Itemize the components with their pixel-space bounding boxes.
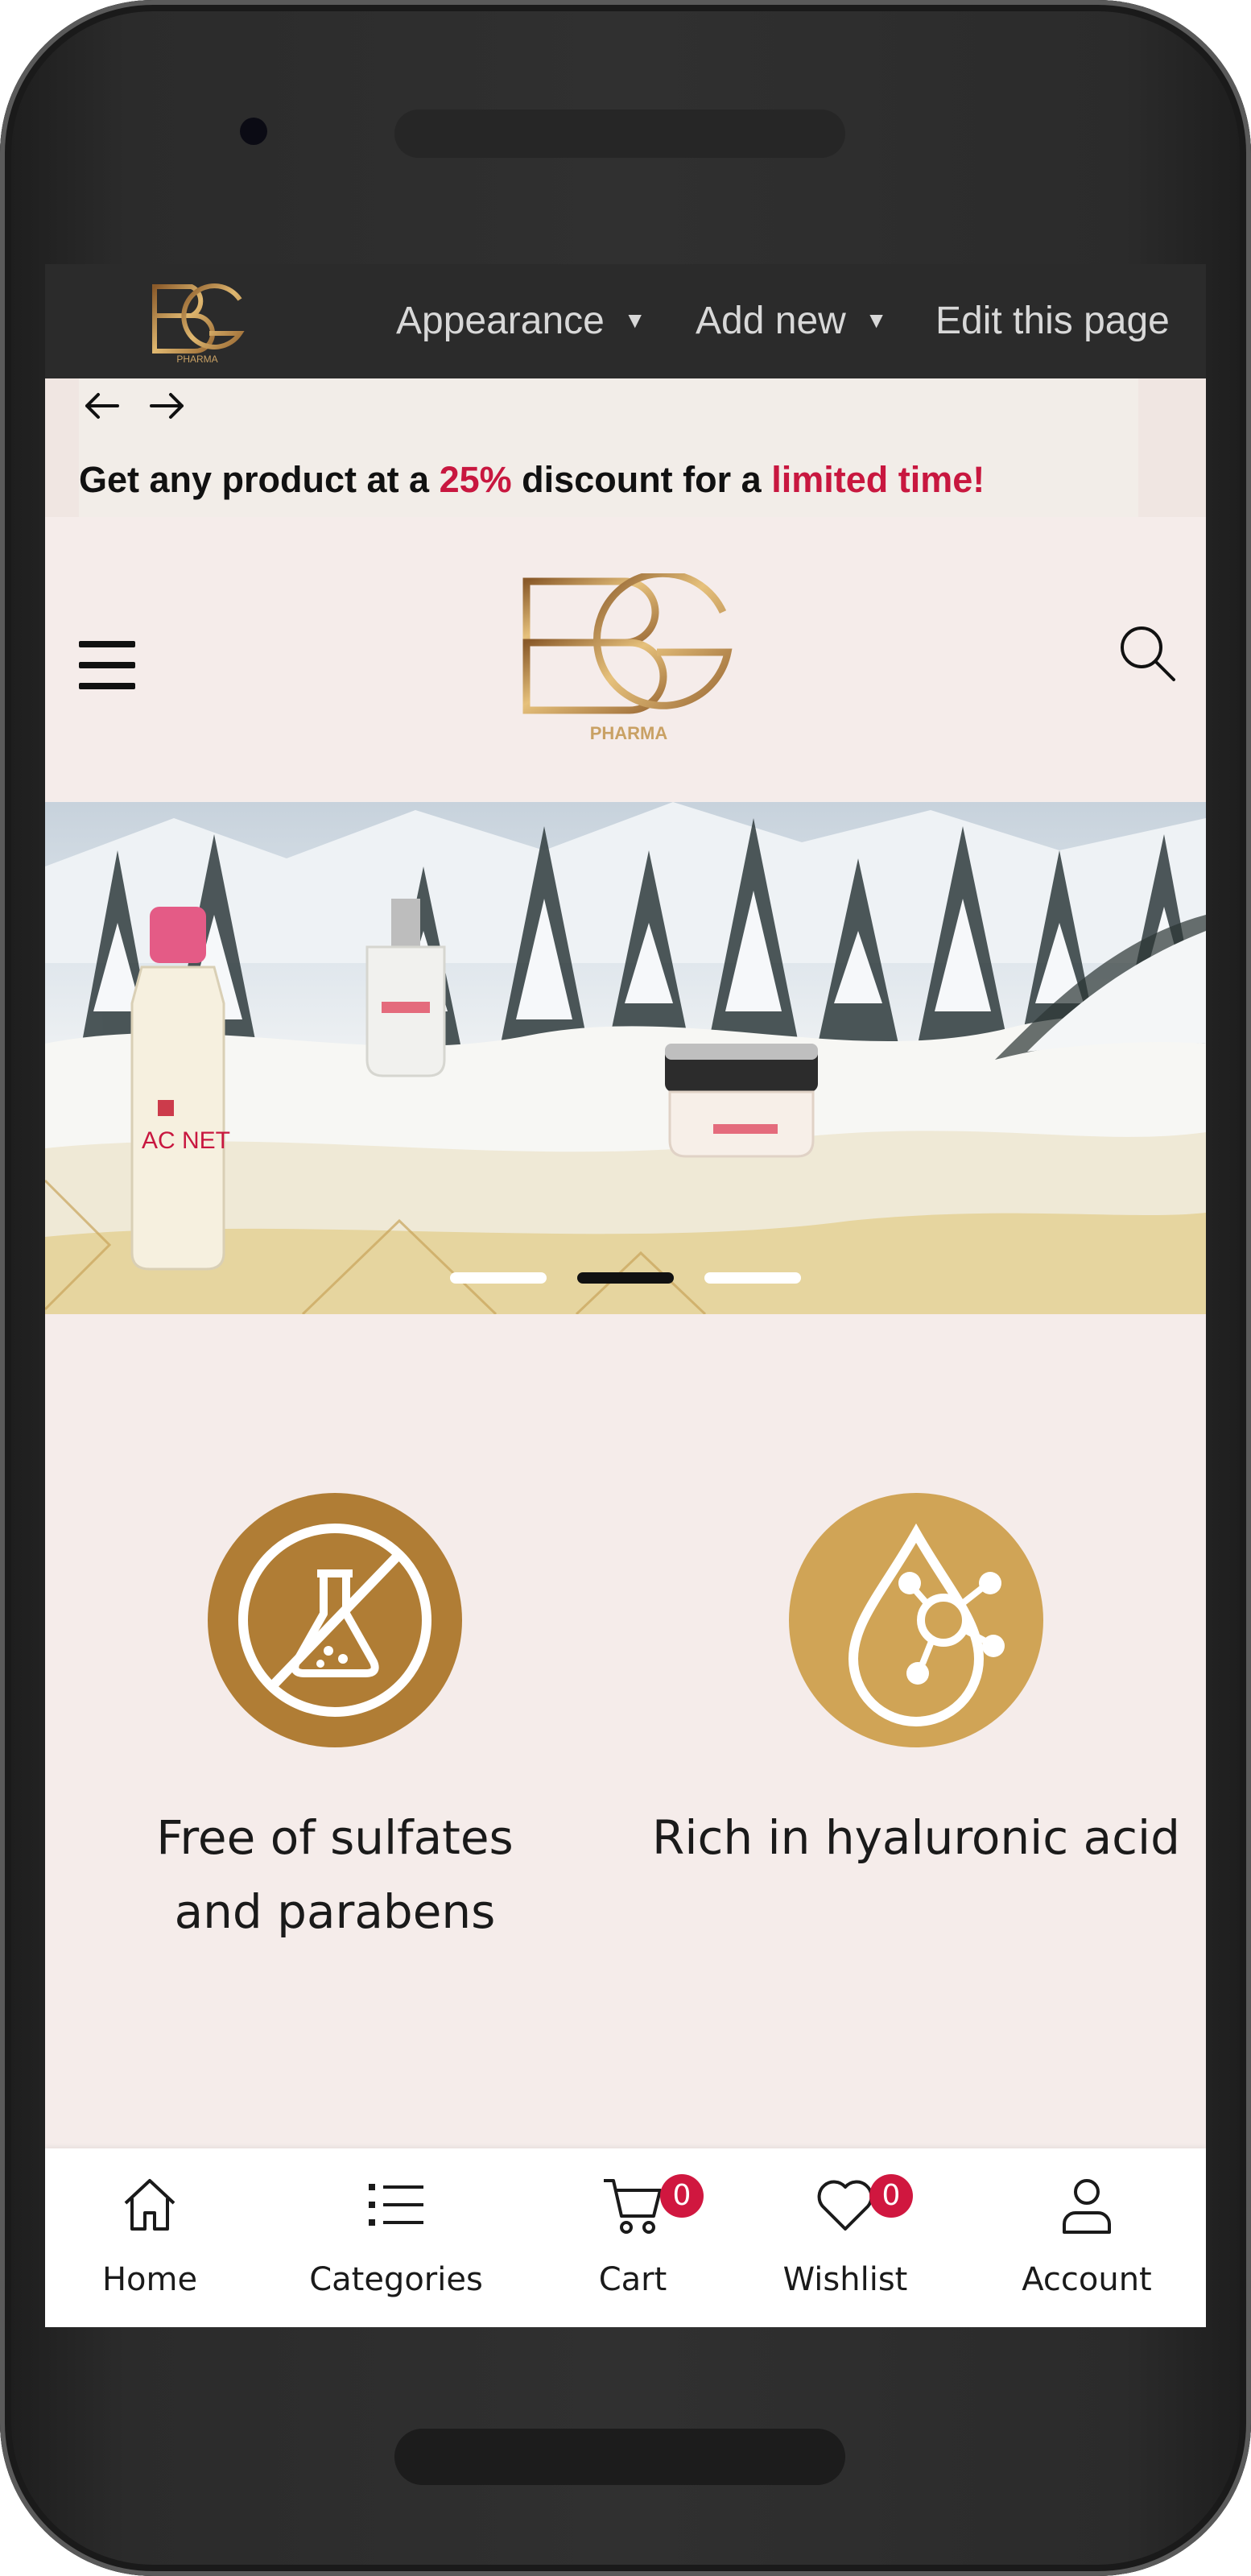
nav-cart-label: Cart	[598, 2261, 667, 2298]
feature-hyaluronic: Rich in hyaluronic acid	[626, 1493, 1206, 1992]
admin-menu-add-new-label: Add new	[696, 299, 846, 342]
admin-bar: PHARMA Appearance ▼ Add new ▼ Edit this …	[45, 264, 1206, 378]
earpiece-speaker	[394, 110, 845, 158]
user-icon	[1063, 2179, 1111, 2234]
phone-frame: PHARMA Appearance ▼ Add new ▼ Edit this …	[0, 0, 1251, 2576]
promo-bar: Get any product at a 25% discount for a …	[45, 378, 1206, 517]
wishlist-count-badge: 0	[869, 2174, 913, 2218]
nav-account-label: Account	[1022, 2261, 1152, 2298]
nav-account[interactable]: Account	[982, 2173, 1191, 2309]
cart-count-badge: 0	[660, 2174, 704, 2218]
promo-discount: 25%	[439, 459, 512, 500]
carousel-dots	[45, 1272, 1206, 1284]
nav-wishlist[interactable]: 0 Wishlist	[741, 2173, 950, 2309]
no-chemicals-icon	[208, 1493, 462, 1747]
nav-categories-label: Categories	[309, 2261, 483, 2298]
admin-logo-icon[interactable]: PHARMA	[145, 277, 250, 366]
hero-banner[interactable]: AC NET	[45, 802, 1206, 1314]
banner-image: AC NET	[45, 802, 1206, 1314]
carousel-dot-1[interactable]	[450, 1272, 547, 1284]
home-icon	[124, 2179, 175, 2231]
carousel-dot-3[interactable]	[704, 1272, 801, 1284]
nav-wishlist-label: Wishlist	[782, 2261, 908, 2298]
front-camera	[240, 118, 267, 145]
nav-home[interactable]: Home	[45, 2173, 254, 2309]
promo-text: Get any product at a 25% discount for a …	[79, 459, 985, 501]
bottom-nav: Home Categories 0 Cart 0 Wishlist Accoun…	[45, 2148, 1206, 2327]
cart-icon	[604, 2179, 662, 2234]
admin-logo-text: PHARMA	[176, 354, 217, 365]
carousel-dot-2[interactable]	[577, 1272, 674, 1284]
promo-middle: discount for a	[511, 459, 772, 500]
feature-sulfate-free: Free of sulfates and parabens	[45, 1493, 625, 1992]
arrow-right-icon[interactable]	[145, 383, 190, 428]
heart-icon	[817, 2180, 873, 2231]
menu-icon[interactable]	[79, 641, 135, 693]
site-header: PHARMA	[45, 517, 1206, 802]
bottom-speaker	[394, 2429, 845, 2485]
promo-limited: limited time!	[771, 459, 985, 500]
feature-sulfate-free-label: Free of sulfates and parabens	[156, 1810, 514, 1939]
admin-menu-edit-page[interactable]: Edit this page	[935, 296, 1170, 345]
nav-categories[interactable]: Categories	[291, 2173, 501, 2309]
nav-cart[interactable]: 0 Cart	[528, 2173, 737, 2309]
svg-text:AC NET: AC NET	[142, 1127, 230, 1154]
promo-prefix: Get any product at a	[79, 459, 440, 500]
admin-menu-add-new[interactable]: Add new ▼	[696, 296, 888, 345]
feature-hyaluronic-label: Rich in hyaluronic acid	[652, 1810, 1180, 1865]
promo-inner: Get any product at a 25% discount for a …	[79, 378, 1138, 517]
admin-menu-appearance-label: Appearance	[396, 299, 605, 342]
screen: PHARMA Appearance ▼ Add new ▼ Edit this …	[45, 264, 1206, 2327]
chevron-down-icon: ▼	[623, 308, 646, 333]
chevron-down-icon: ▼	[865, 308, 888, 333]
features-section: Free of sulfates and parabens Rich in hy…	[45, 1314, 1206, 2103]
list-icon	[369, 2184, 423, 2226]
admin-menu-appearance[interactable]: Appearance ▼	[396, 296, 646, 345]
hyaluronic-drop-icon	[789, 1493, 1043, 1747]
nav-home-label: Home	[101, 2261, 198, 2298]
admin-menu-edit-page-label: Edit this page	[935, 299, 1170, 342]
search-icon[interactable]	[1116, 622, 1180, 686]
arrow-left-icon[interactable]	[79, 383, 124, 428]
brand-logo-text: PHARMA	[590, 723, 668, 743]
brand-logo[interactable]: PHARMA	[520, 573, 737, 750]
